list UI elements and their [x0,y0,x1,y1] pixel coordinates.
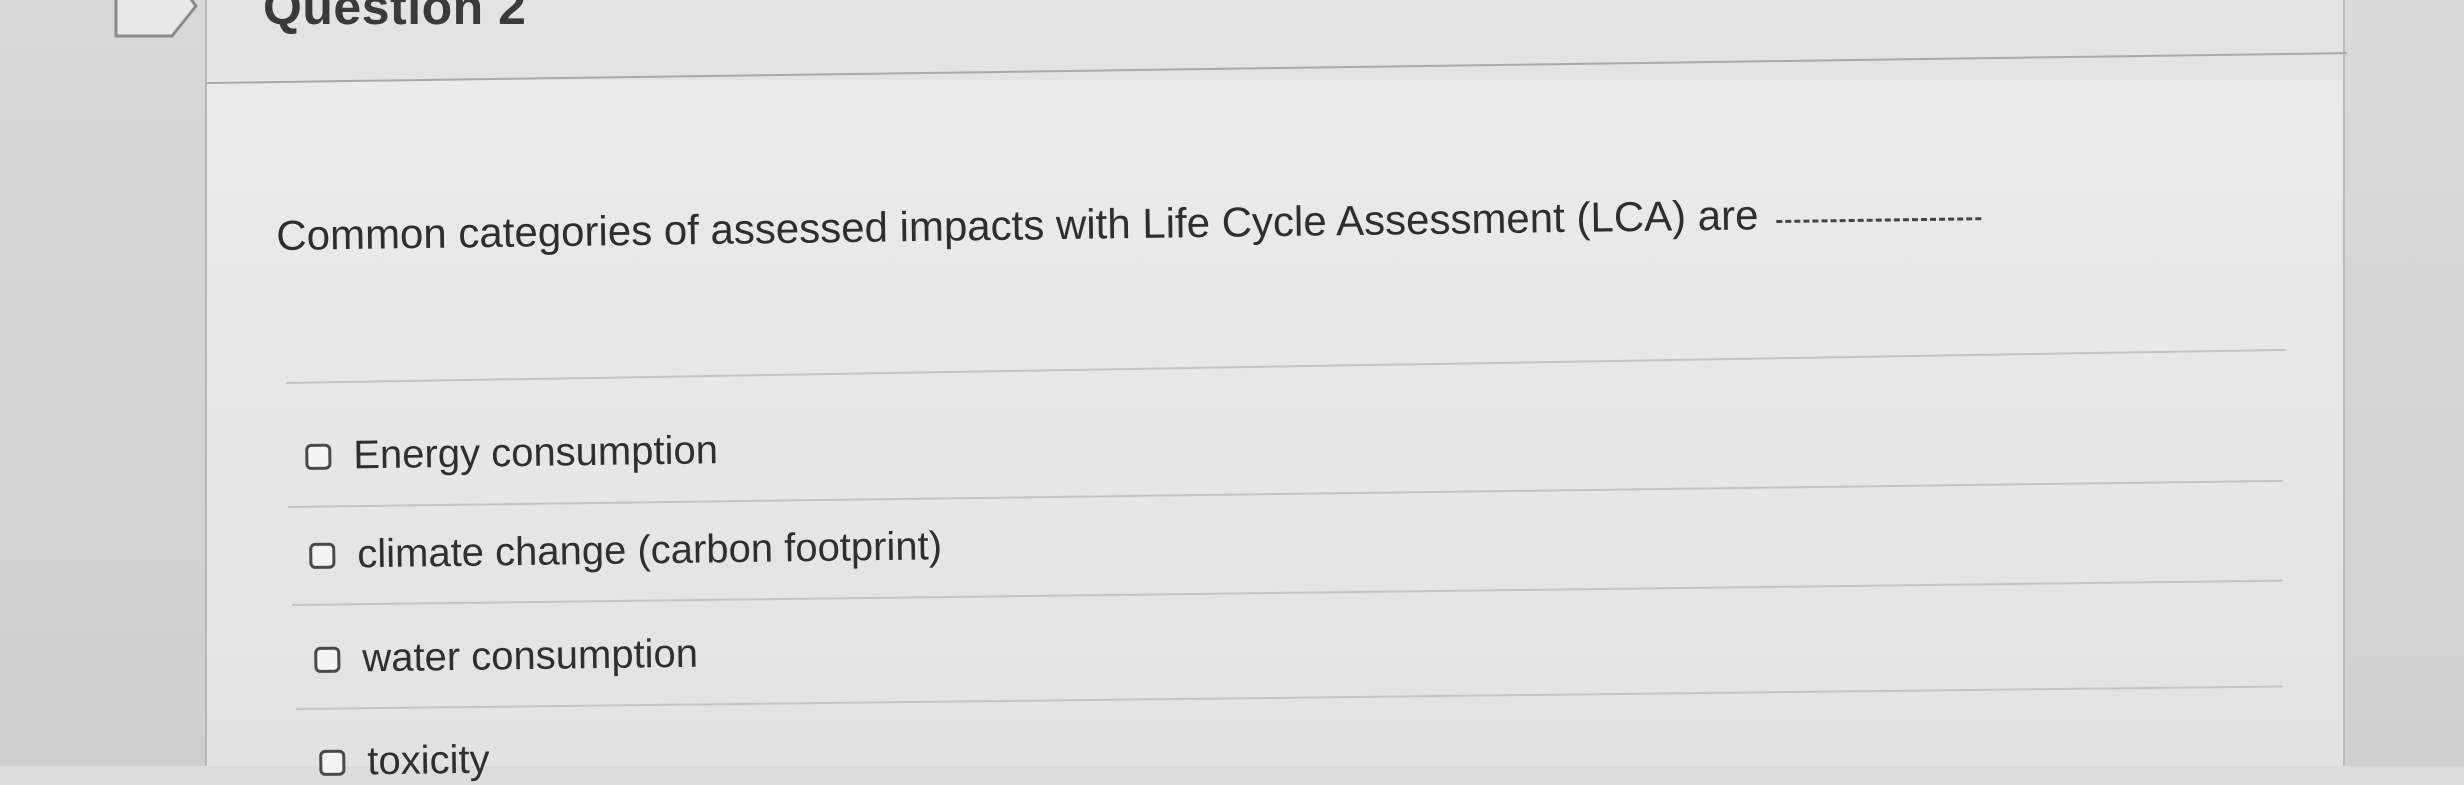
checkbox-unchecked-icon[interactable] [309,542,336,569]
flag-question-icon[interactable] [112,0,200,42]
option-energy-consumption[interactable]: Energy consumption [305,428,718,479]
option-water-consumption[interactable]: water consumption [314,632,698,682]
option-toxicity[interactable]: toxicity [319,738,490,785]
page-margin-right [2345,0,2464,766]
option-label: toxicity [366,737,490,784]
answer-blank [1776,217,1982,224]
page-margin-left [0,0,205,766]
option-label: Energy consumption [352,428,719,478]
option-label: climate change (carbon footprint) [356,524,943,577]
checkbox-unchecked-icon[interactable] [319,749,346,776]
option-label: water consumption [361,631,699,681]
question-title: Question 2 [263,0,527,35]
checkbox-unchecked-icon[interactable] [305,443,332,470]
checkbox-unchecked-icon[interactable] [314,646,341,673]
option-climate-change[interactable]: climate change (carbon footprint) [309,524,942,578]
